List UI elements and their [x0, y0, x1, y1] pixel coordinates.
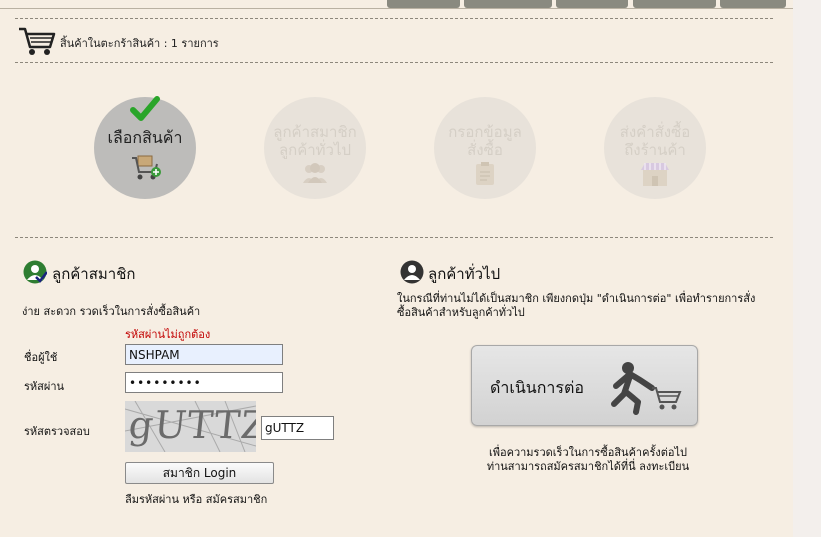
- captcha-input[interactable]: [261, 416, 334, 440]
- top-nav-tab[interactable]: [633, 0, 716, 8]
- divider: [15, 18, 773, 19]
- shopping-cart-icon: [19, 27, 56, 55]
- cart-item-count: สิ้นค้าในตะกร้าสินค้า : 1 รายการ: [60, 37, 219, 50]
- divider: [15, 62, 773, 63]
- member-description: ง่าย สะดวก รวดเร็วในการสั่งซื้อสินค้า: [22, 305, 201, 318]
- member-user-icon: [23, 260, 47, 284]
- step-send-order: ส่งคำสั่งซื้อ ถึงร้านค้า: [604, 97, 706, 199]
- step-label: ลูกค้าทั่วไป: [278, 141, 352, 159]
- member-section-title: ลูกค้าสมาชิก: [52, 265, 136, 283]
- or-text: หรือ: [182, 493, 203, 506]
- captcha-text: gUTTZ: [126, 403, 256, 447]
- cart-add-icon: [132, 155, 161, 180]
- forgot-password-link[interactable]: ลืมรหัสผ่าน: [125, 493, 179, 506]
- check-mark-icon: [130, 96, 160, 121]
- divider: [15, 237, 773, 238]
- top-nav-tab[interactable]: [387, 0, 460, 8]
- top-nav-tab[interactable]: [464, 0, 552, 8]
- top-nav-tab[interactable]: [720, 0, 786, 8]
- proceed-label: ดำเนินการต่อ: [490, 378, 584, 397]
- guest-description-line1: ในกรณีที่ท่านไม่ได้เป็นสมาชิก เพียงกดปุ่…: [397, 292, 756, 305]
- account-links: ลืมรหัสผ่าน หรือ สมัครสมาชิก: [125, 490, 267, 508]
- register-link[interactable]: สมัครสมาชิก: [206, 493, 268, 506]
- step-order-info: กรอกข้อมูล สั่งซื้อ: [434, 97, 536, 199]
- username-input[interactable]: [125, 344, 283, 365]
- checkout-page: สิ้นค้าในตะกร้าสินค้า : 1 รายการ เลือกสิ…: [0, 0, 793, 537]
- step-label: ลูกค้าสมาชิก: [273, 123, 357, 141]
- password-error-message: รหัสผ่านไม่ถูกต้อง: [125, 328, 211, 341]
- step-customer-type: ลูกค้าสมาชิก ลูกค้าทั่วไป: [264, 97, 366, 199]
- top-nav-tab[interactable]: [556, 0, 628, 8]
- people-icon: [303, 163, 327, 183]
- password-label: รหัสผ่าน: [24, 380, 65, 393]
- divider: [0, 8, 793, 9]
- top-nav-tabs: [387, 0, 793, 8]
- step-label: กรอกข้อมูล: [448, 123, 522, 141]
- step-select-product: เลือกสินค้า: [94, 96, 196, 199]
- step-label: ถึงร้านค้า: [624, 141, 686, 159]
- step-label: สั่งซื้อ: [467, 141, 503, 159]
- username-label: ชื่อผู้ใช้: [24, 351, 58, 364]
- guest-description-line2: ซื้อสินค้าสำหรับลูกค้าทั่วไป: [397, 306, 525, 319]
- proceed-button[interactable]: ดำเนินการต่อ: [471, 345, 698, 426]
- store-icon: [641, 163, 669, 186]
- step-label: เลือกสินค้า: [107, 128, 183, 147]
- step-label: ส่งคำสั่งซื้อ: [619, 123, 691, 141]
- captcha-label: รหัสตรวจสอบ: [24, 425, 90, 438]
- member-login-button[interactable]: สมาชิก Login: [125, 462, 274, 484]
- captcha-image: gUTTZ: [125, 401, 256, 452]
- guest-user-icon: [400, 260, 424, 284]
- running-cart-icon: [611, 362, 682, 415]
- guest-note-line2: ท่านสามารถสมัครสมาชิกได้ที่นี่ ลงทะเบียน: [486, 460, 690, 473]
- guest-section-title: ลูกค้าทั่วไป: [428, 265, 501, 283]
- password-input[interactable]: [125, 372, 283, 393]
- clipboard-icon: [476, 162, 494, 185]
